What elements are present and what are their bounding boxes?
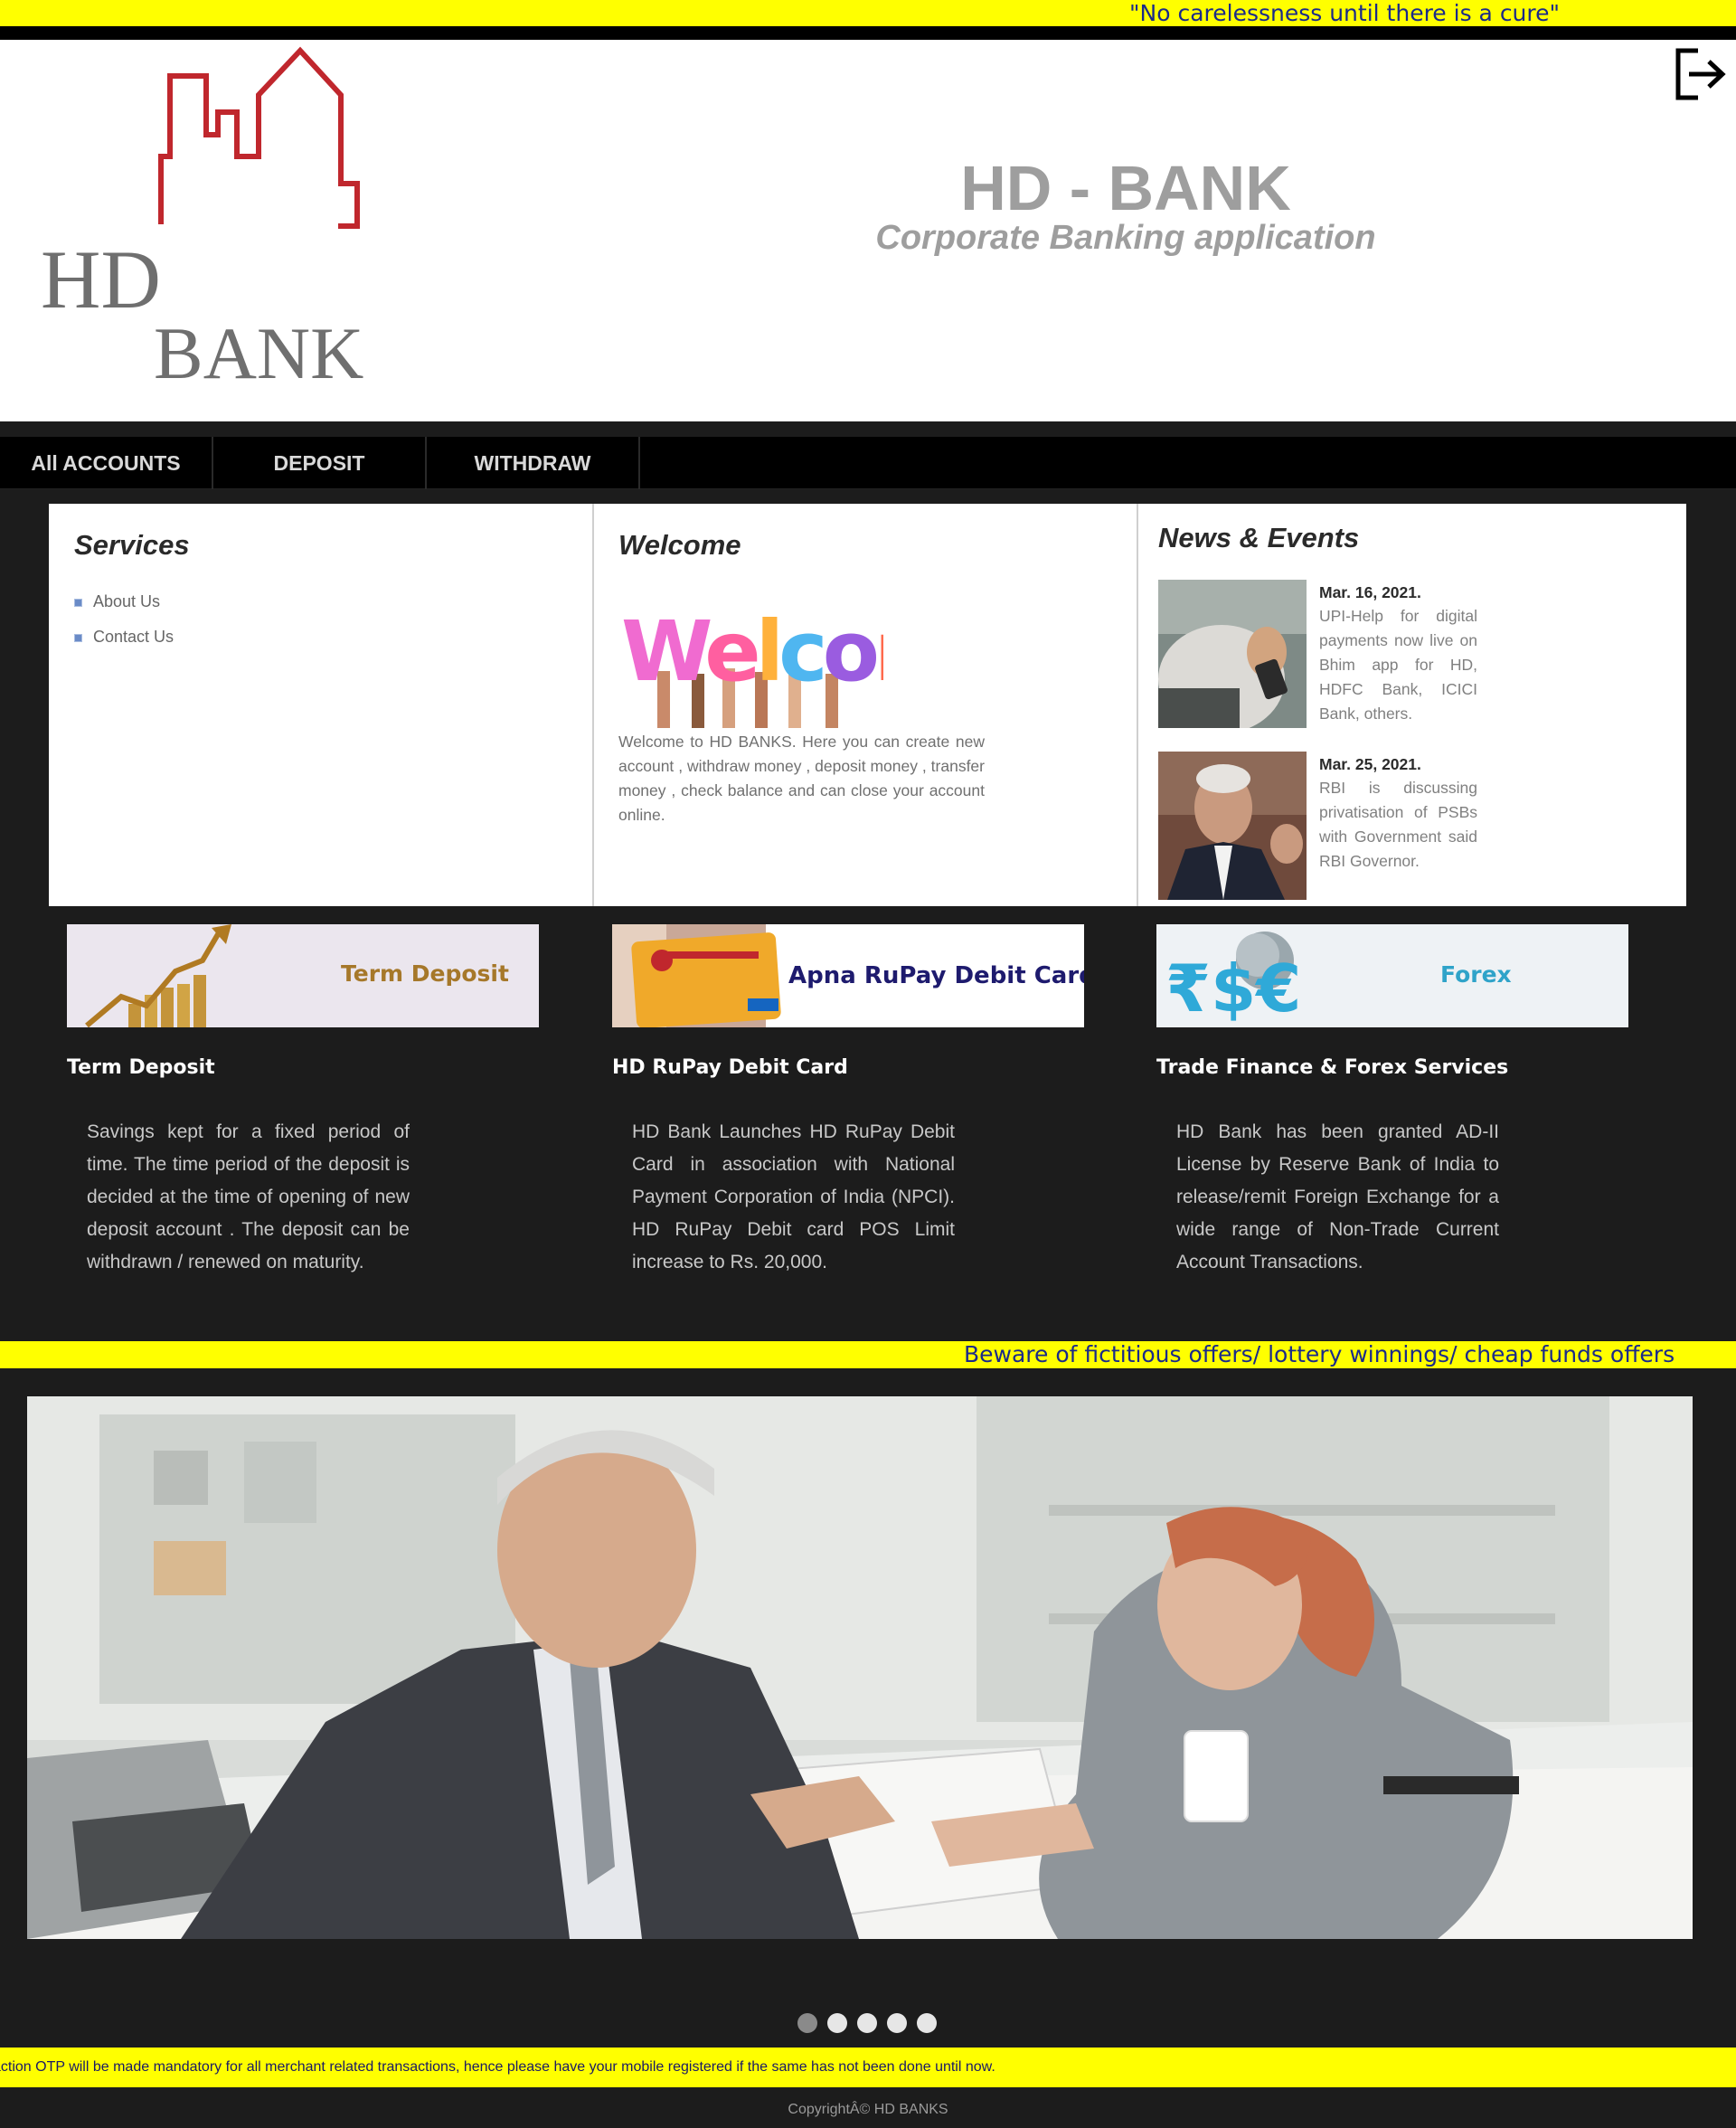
slider-dot-2[interactable] [827, 2013, 847, 2033]
services-panel: Services About Us Contact Us [49, 504, 593, 906]
nav-withdraw[interactable]: WITHDRAW [427, 437, 640, 489]
main-nav: All ACCOUNTS DEPOSIT WITHDRAW [0, 437, 1736, 489]
service-link-contact-us[interactable]: Contact Us [74, 628, 174, 647]
logo-text-bank: BANK [154, 312, 363, 380]
welcome-panel: Welcome Welcome Welcome to HD BANKS. Her… [594, 504, 1137, 906]
nav-all-accounts[interactable]: All ACCOUNTS [0, 437, 213, 489]
service-link-label: About Us [93, 592, 161, 610]
warning-ticker-text: Beware of fictitious offers/ lottery win… [964, 1341, 1675, 1367]
news-heading: News & Events [1158, 522, 1360, 553]
card-text: Savings kept for a fixed period of time.… [87, 1121, 410, 1272]
card-title[interactable]: HD RuPay Debit Card [612, 1056, 848, 1079]
term-deposit-banner[interactable]: Term Deposit [67, 924, 539, 1027]
card-text: HD Bank has been granted AD-II License b… [1176, 1121, 1499, 1272]
footer-copyright: CopyrightÂ© HD BANKS [788, 2102, 948, 2117]
currency-icons: ₹$€ [1165, 951, 1301, 1026]
top-divider [0, 26, 1736, 40]
card-title[interactable]: Trade Finance & Forex Services [1156, 1056, 1508, 1079]
welcome-image-text: Welcome [621, 603, 883, 700]
news-date: Mar. 16, 2021. [1319, 583, 1421, 601]
bank-logo[interactable]: HD BANK [36, 45, 389, 394]
warning-ticker: Beware of fictitious offers/ lottery win… [0, 1341, 1736, 1368]
news-text: RBI is discussing privatisation of PSBs … [1319, 779, 1477, 870]
slider-dot-1[interactable] [797, 2013, 817, 2033]
forex-banner[interactable]: ₹$€ Forex [1156, 924, 1628, 1027]
logout-icon[interactable] [1675, 45, 1729, 103]
banner-text: Forex [1440, 961, 1512, 988]
top-news-ticker: "No carelessness until there is a cure" [0, 0, 1736, 26]
nav-spacer [0, 421, 1736, 437]
news-image-rbi[interactable] [1158, 752, 1307, 900]
logo-text-hd: HD [41, 233, 161, 326]
services-heading: Services [74, 529, 190, 561]
card-text: HD Bank Launches HD RuPay Debit Card in … [632, 1121, 955, 1272]
slider-dot-5[interactable] [917, 2013, 937, 2033]
nav-deposit[interactable]: DEPOSIT [213, 437, 427, 489]
service-link-about-us[interactable]: About Us [74, 592, 160, 611]
news-image-upi[interactable] [1158, 580, 1307, 728]
card-title[interactable]: Term Deposit [67, 1056, 215, 1079]
service-link-label: Contact Us [93, 628, 175, 646]
welcome-image: Welcome [621, 594, 1014, 728]
page-subtitle: Corporate Banking application [875, 219, 1376, 257]
top-ticker-text: "No carelessness until there is a cure" [1129, 0, 1561, 26]
news-text: UPI-Help for digital payments now live o… [1319, 607, 1477, 723]
bullet-icon [74, 633, 82, 642]
bullet-icon [74, 598, 82, 607]
rupay-banner[interactable]: Apna RuPay Debit Card [612, 924, 1084, 1027]
footer: CopyrightÂ© HD BANKS [0, 2091, 1736, 2128]
page-title: HD - BANK [960, 153, 1291, 223]
banner-text: Term Deposit [341, 960, 509, 987]
welcome-heading: Welcome [618, 529, 741, 561]
welcome-text: Welcome to HD BANKS. Here you can create… [618, 733, 985, 824]
bottom-news-ticker: action OTP will be made mandatory for al… [0, 2048, 1736, 2087]
info-panels: Services About Us Contact Us Welcome Wel… [49, 504, 1686, 906]
news-date: Mar. 25, 2021. [1319, 755, 1421, 773]
news-panel: News & Events Mar. 16, 2021. UPI-Help fo… [1138, 504, 1686, 906]
banner-text: Apna RuPay Debit Card [788, 962, 1084, 989]
bottom-ticker-text: action OTP will be made mandatory for al… [0, 2059, 995, 2075]
slider-dot-4[interactable] [887, 2013, 907, 2033]
slider-dot-3[interactable] [857, 2013, 877, 2033]
hero-slide-image[interactable] [27, 1396, 1693, 1939]
site-header: HD BANK HD - BANK Corporate Banking appl… [0, 40, 1736, 421]
